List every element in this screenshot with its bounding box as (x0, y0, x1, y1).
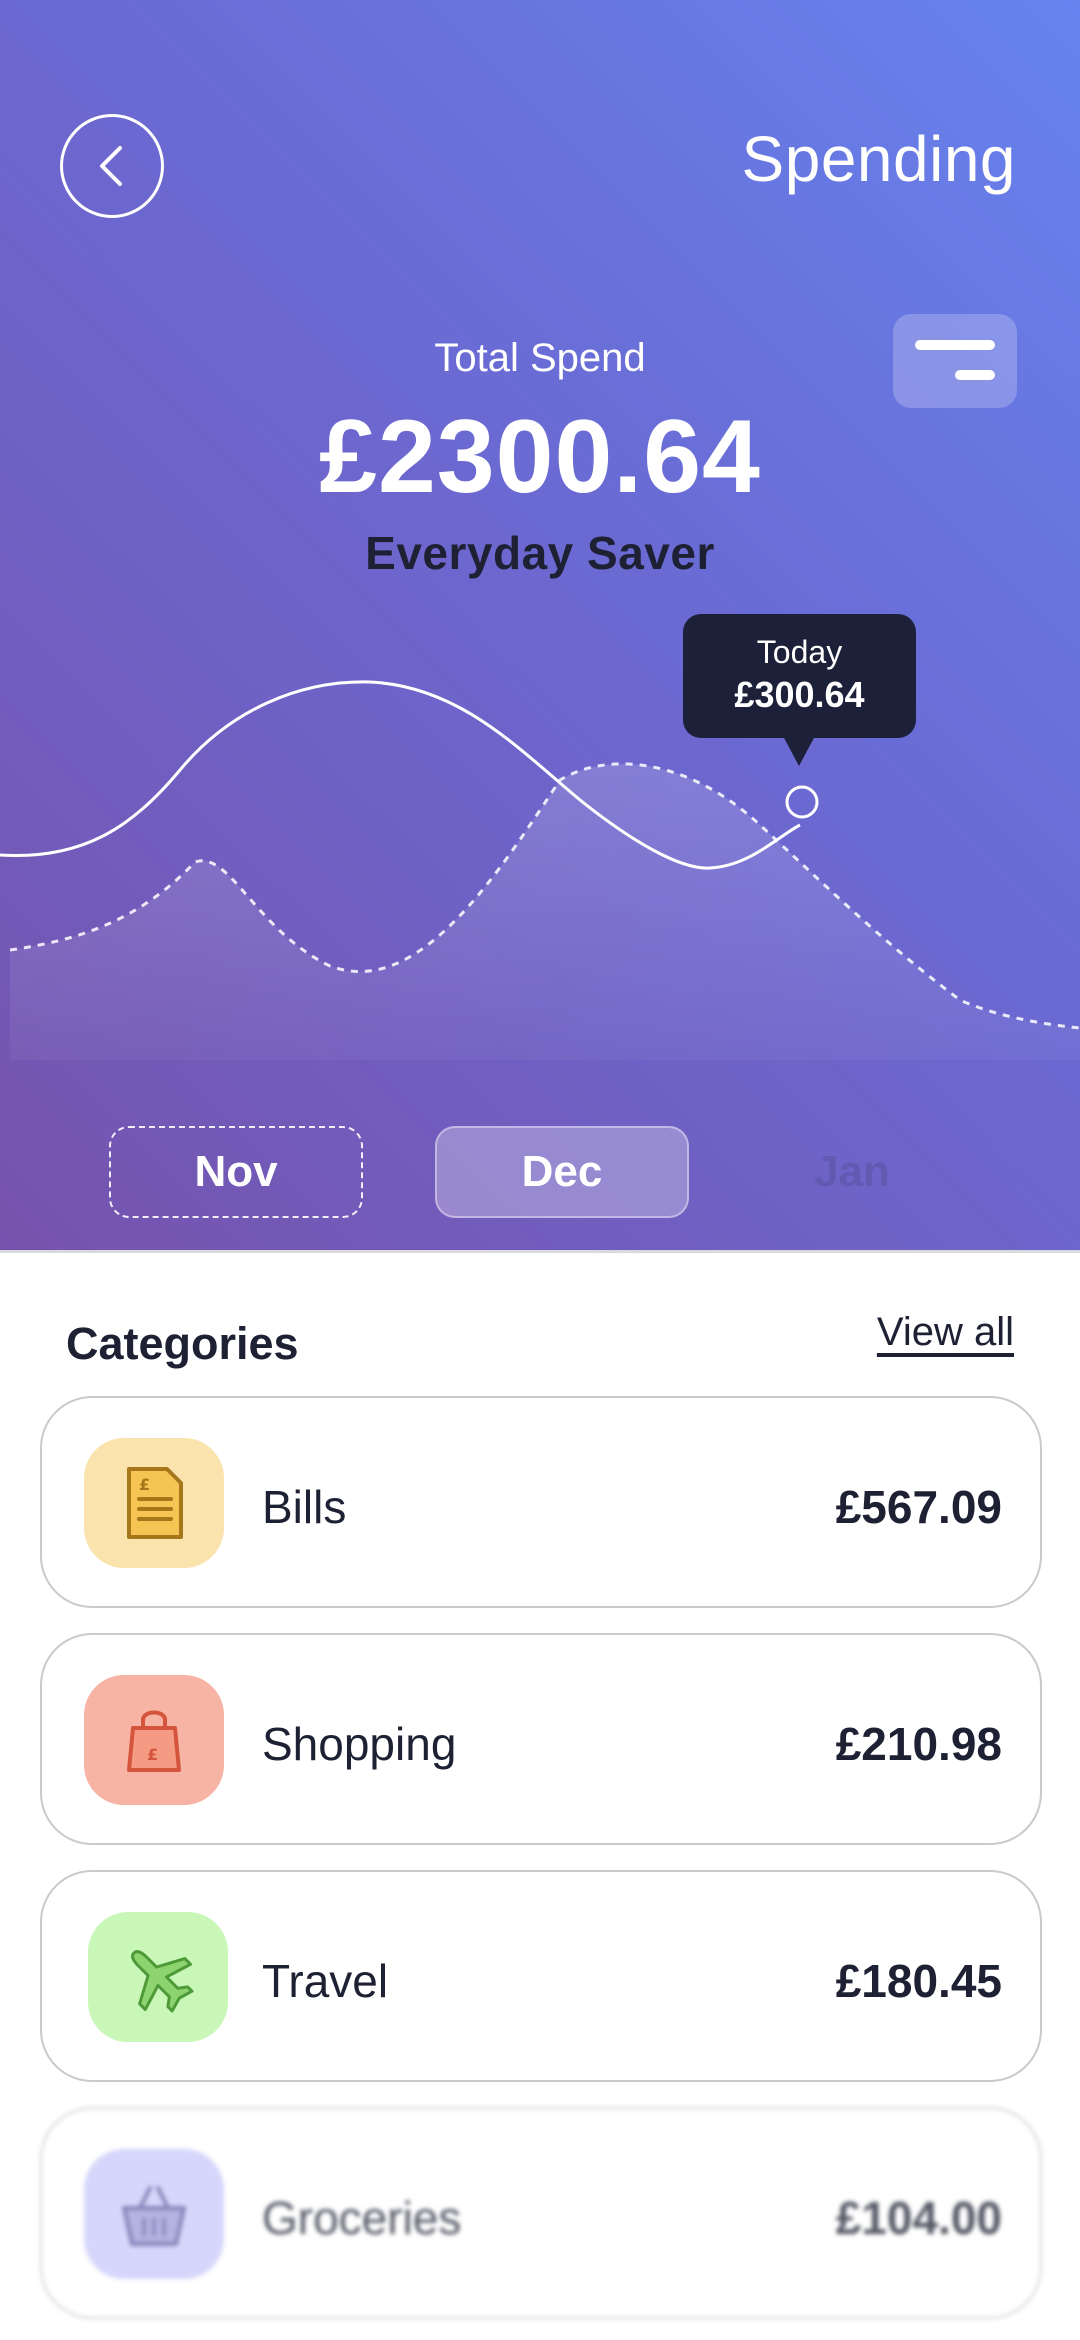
month-tab-dec[interactable]: Dec (435, 1126, 689, 1218)
previous-period-area (10, 763, 1080, 1060)
spending-trend-chart (0, 680, 1080, 1060)
view-all-link[interactable]: View all (877, 1310, 1014, 1355)
category-name: Shopping (262, 1718, 457, 1770)
category-name: Groceries (262, 2192, 462, 2244)
category-card-bills[interactable]: £ Bills £567.09 (40, 1396, 1042, 1608)
divider (0, 1250, 1080, 1253)
spending-header-panel: Spending Total Spend £2300.64 Everyday S… (0, 0, 1080, 1252)
shopping-bag-icon: £ (84, 1675, 224, 1805)
month-tab-jan[interactable]: Jan (725, 1126, 979, 1218)
basket-icon (84, 2149, 224, 2279)
category-amount: £567.09 (835, 1481, 1002, 1533)
category-name: Travel (262, 1955, 389, 2007)
month-tab-nov[interactable]: Nov (109, 1126, 363, 1218)
total-spend-label: Total Spend (434, 336, 646, 380)
total-spend-amount: £2300.64 (319, 399, 761, 515)
chevron-left-icon (100, 146, 122, 186)
categories-heading: Categories (66, 1318, 299, 1369)
category-card-shopping[interactable]: £ Shopping £210.98 (40, 1633, 1042, 1845)
svg-text:£: £ (147, 1745, 158, 1764)
account-name: Everyday Saver (365, 527, 715, 579)
tooltip-value: £300.64 (734, 674, 865, 715)
tooltip-label: Today (756, 634, 843, 670)
category-amount: £104.00 (835, 2192, 1002, 2244)
today-tooltip: Today £300.64 (683, 614, 916, 766)
category-amount: £210.98 (835, 1718, 1002, 1770)
category-card-groceries[interactable]: Groceries £104.00 (40, 2107, 1042, 2319)
bill-icon: £ (84, 1438, 224, 1568)
back-button[interactable] (60, 114, 164, 218)
category-amount: £180.45 (835, 1955, 1002, 2007)
page-title: Spending (741, 123, 1016, 195)
airplane-icon (88, 1912, 228, 2042)
category-name: Bills (262, 1481, 347, 1533)
today-point[interactable] (785, 785, 819, 819)
tooltip-pointer (783, 736, 815, 766)
svg-text:£: £ (139, 1475, 150, 1494)
category-card-travel[interactable]: Travel £180.45 (40, 1870, 1042, 2082)
